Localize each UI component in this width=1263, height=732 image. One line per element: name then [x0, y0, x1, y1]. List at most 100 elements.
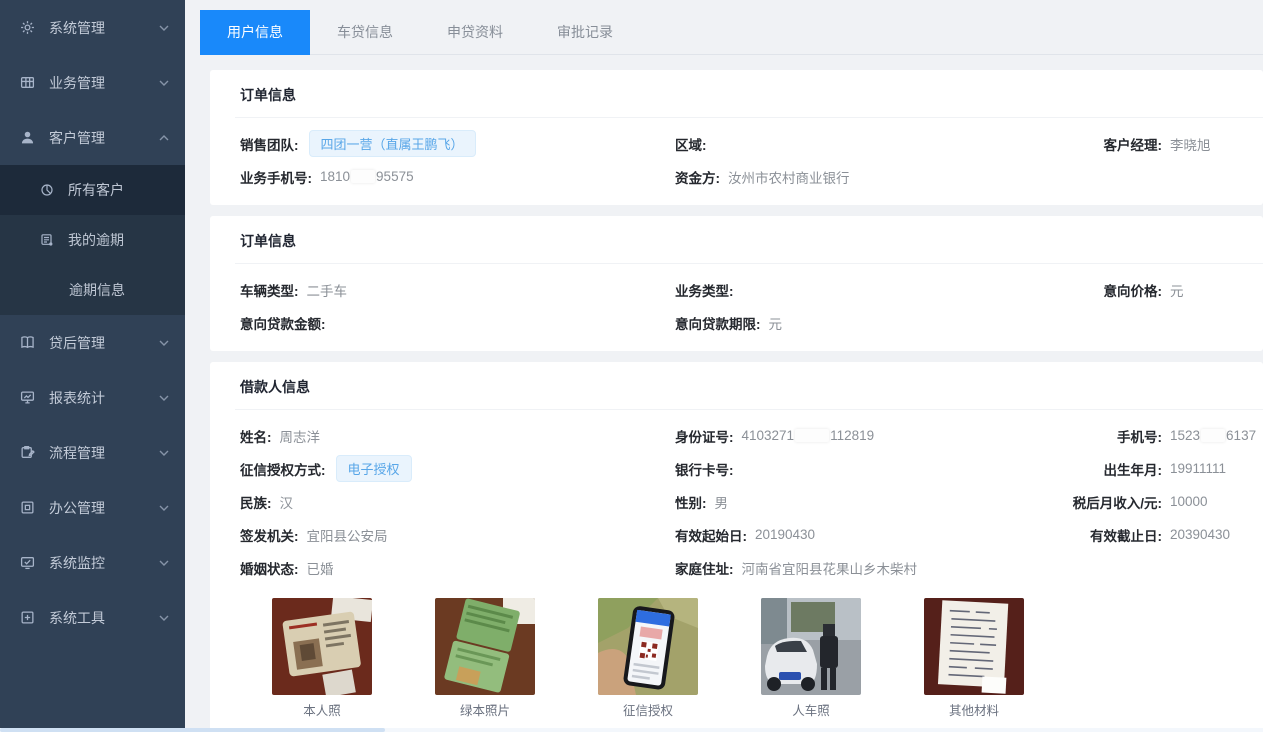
field-valid-from: 有效起始日: 20190430 — [675, 518, 1050, 551]
main-content: 用户信息 车贷信息 申贷资料 审批记录 订单信息 销售团队: 四团一营（直属王鹏… — [185, 10, 1263, 732]
photo-thumbnail[interactable] — [761, 598, 861, 695]
sidebar-item-overdue-info[interactable]: 逾期信息 — [0, 265, 185, 315]
card-title: 借款人信息 — [240, 362, 1263, 409]
field-name: 姓名: 周志洋 — [240, 419, 675, 452]
detail-tabs: 用户信息 车贷信息 申贷资料 审批记录 — [200, 10, 1263, 55]
photo-thumbnail[interactable] — [598, 598, 698, 695]
field-marital-status: 婚姻状态: 已婚 — [240, 551, 675, 584]
user-icon — [20, 130, 35, 145]
tab-user-info[interactable]: 用户信息 — [200, 10, 310, 55]
chart-monitor-icon — [20, 390, 35, 405]
redaction-patch — [351, 170, 375, 183]
customer-management-submenu: 所有客户 我的逾期 逾期信息 — [0, 165, 185, 315]
card-title: 订单信息 — [240, 216, 1263, 263]
chevron-down-icon — [159, 393, 169, 403]
field-bank-card: 银行卡号: — [675, 452, 1050, 485]
credit-auth-tag: 电子授权 — [336, 455, 412, 482]
field-issuing-authority: 签发机关: 宜阳县公安局 — [240, 518, 675, 551]
document-icon — [40, 233, 54, 247]
sidebar-item-label: 我的逾期 — [68, 230, 124, 250]
sidebar-item-label: 逾期信息 — [69, 280, 125, 300]
borrower-info-card: 借款人信息 姓名: 周志洋 身份证号: 4103271112819 手机号: 1… — [210, 362, 1263, 731]
sidebar-item-label: 办公管理 — [49, 498, 105, 518]
sidebar-item-system-tools[interactable]: 系统工具 — [0, 590, 185, 645]
sidebar-item-label: 贷后管理 — [49, 333, 105, 353]
chevron-down-icon — [159, 338, 169, 348]
gear-icon — [20, 20, 35, 35]
monitor-check-icon — [20, 555, 35, 570]
chevron-down-icon — [159, 503, 169, 513]
field-region: 区域: — [675, 127, 1050, 160]
field-intent-price: 意向价格: 元 — [1050, 273, 1263, 306]
tab-approval-records[interactable]: 审批记录 — [530, 10, 640, 55]
borrower-photo-row: 本人照 — [240, 584, 1263, 719]
sidebar-item-label: 所有客户 — [68, 180, 124, 200]
photo-phone-qr: 征信授权 — [598, 598, 698, 719]
sidebar-item-report-statistics[interactable]: 报表统计 — [0, 370, 185, 425]
order-info-card-2: 订单信息 车辆类型: 二手车 业务类型: 意向价格: 元 — [210, 216, 1263, 351]
open-book-icon — [20, 335, 35, 350]
sidebar-item-all-customers[interactable]: 所有客户 — [0, 165, 185, 215]
horizontal-scrollbar[interactable] — [0, 728, 1263, 732]
sidebar-item-process-management[interactable]: 流程管理 — [0, 425, 185, 480]
photo-caption: 征信授权 — [598, 703, 698, 719]
photo-caption: 绿本照片 — [435, 703, 535, 719]
field-id-number: 身份证号: 4103271112819 — [675, 419, 1050, 452]
field-funder: 资金方: 汝州市农村商业银行 — [675, 160, 1050, 193]
photo-person-with-car: 人车照 — [761, 598, 861, 719]
sidebar-item-label: 业务管理 — [49, 73, 105, 93]
sidebar-item-label: 系统工具 — [49, 608, 105, 628]
redaction-patch — [1201, 429, 1225, 442]
photo-green-booklet: 绿本照片 — [435, 598, 535, 719]
field-valid-to: 有效截止日: 20390430 — [1050, 518, 1263, 551]
sidebar-item-my-overdue[interactable]: 我的逾期 — [0, 215, 185, 265]
sidebar-item-office-management[interactable]: 办公管理 — [0, 480, 185, 535]
tab-loan-application-docs[interactable]: 申贷资料 — [420, 10, 530, 55]
photo-thumbnail[interactable] — [435, 598, 535, 695]
sidebar-item-label: 系统管理 — [49, 18, 105, 38]
field-mobile-phone: 手机号: 15236137 — [1050, 419, 1263, 452]
sidebar: 系统管理 业务管理 客户管理 所有客户 我的逾期 逾期信息 — [0, 0, 185, 732]
sidebar-item-system-monitor[interactable]: 系统监控 — [0, 535, 185, 590]
photo-caption: 其他材料 — [924, 703, 1024, 719]
sidebar-item-business-management[interactable]: 业务管理 — [0, 55, 185, 110]
component-icon — [40, 183, 54, 197]
chevron-down-icon — [159, 78, 169, 88]
field-empty — [1050, 160, 1263, 193]
photo-id-card: 本人照 — [272, 598, 372, 719]
field-business-phone: 业务手机号: 181095575 — [240, 160, 675, 193]
photo-caption: 本人照 — [272, 703, 372, 719]
sidebar-item-system-management[interactable]: 系统管理 — [0, 0, 185, 55]
sidebar-item-customer-management[interactable]: 客户管理 — [0, 110, 185, 165]
field-vehicle-type: 车辆类型: 二手车 — [240, 273, 675, 306]
order-info-card-1: 订单信息 销售团队: 四团一营（直属王鹏飞） 区域: 客户经理: 李晓旭 — [210, 70, 1263, 205]
photo-caption: 人车照 — [761, 703, 861, 719]
chevron-down-icon — [159, 23, 169, 33]
field-home-address: 家庭住址: 河南省宜阳县花果山乡木柴村 — [675, 551, 1050, 584]
field-credit-auth-method: 征信授权方式: 电子授权 — [240, 452, 675, 485]
field-sales-team: 销售团队: 四团一营（直属王鹏飞） — [240, 127, 675, 160]
field-empty — [1050, 551, 1263, 584]
square-nested-icon — [20, 500, 35, 515]
field-customer-manager: 客户经理: 李晓旭 — [1050, 127, 1263, 160]
redaction-patch — [795, 429, 829, 442]
photo-handwritten-document: 其他材料 — [924, 598, 1024, 719]
field-gender: 性别: 男 — [675, 485, 1050, 518]
sidebar-item-post-loan-management[interactable]: 贷后管理 — [0, 315, 185, 370]
field-birth-date: 出生年月: 19911111 — [1050, 452, 1263, 485]
field-ethnicity: 民族: 汉 — [240, 485, 675, 518]
tab-car-loan-info[interactable]: 车贷信息 — [310, 10, 420, 55]
grid-icon — [20, 75, 35, 90]
chevron-up-icon — [159, 133, 169, 143]
field-empty — [1050, 306, 1263, 339]
field-loan-amount: 意向贷款金额: — [240, 306, 675, 339]
photo-thumbnail[interactable] — [272, 598, 372, 695]
scrollbar-thumb[interactable] — [0, 728, 385, 732]
clipboard-pen-icon — [20, 445, 35, 460]
photo-thumbnail[interactable] — [924, 598, 1024, 695]
field-loan-term: 意向贷款期限: 元 — [675, 306, 1050, 339]
field-business-type: 业务类型: — [675, 273, 1050, 306]
chevron-down-icon — [159, 558, 169, 568]
sidebar-item-label: 报表统计 — [49, 388, 105, 408]
chevron-down-icon — [159, 613, 169, 623]
